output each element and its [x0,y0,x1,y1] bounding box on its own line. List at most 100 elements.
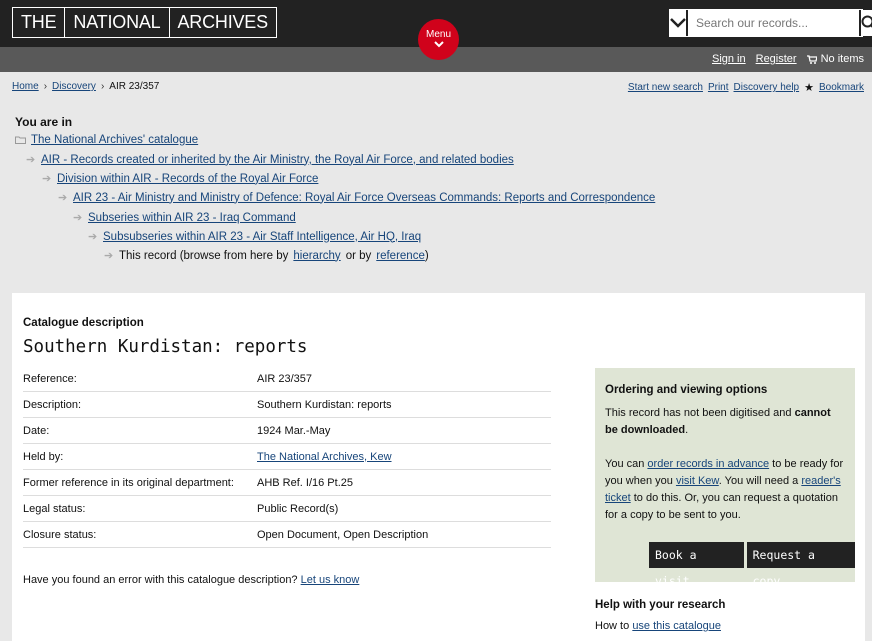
discovery-help-link[interactable]: Discovery help [734,82,800,93]
hierarchy-link-department[interactable]: AIR - Records created or inherited by th… [41,154,514,166]
logo-word-3: ARCHIVES [168,8,276,37]
record-details-table: Reference: AIR 23/357 Description: South… [23,366,551,548]
search-scope-dropdown[interactable] [670,10,688,36]
start-new-search-link[interactable]: Start new search [628,82,703,93]
detail-key: Held by: [23,450,64,463]
logo-word-1: THE [21,12,57,32]
help-item: How to use this catalogue [595,620,721,632]
arrow-right-icon: ➔ [73,212,83,224]
digitised-text: This record has not been digitised and [605,407,792,419]
error-prompt: Have you found an error with this catalo… [23,574,298,586]
breadcrumb-discovery[interactable]: Discovery [52,81,96,92]
bookmark-link[interactable]: Bookmark [819,82,864,93]
held-by-link[interactable]: The National Archives, Kew [257,451,392,463]
hierarchy-level-4: ➔ Subseries within AIR 23 - Iraq Command [73,211,296,225]
request-copy-button[interactable]: Request a copy [746,542,855,588]
detail-value: AHB Ref. I/16 Pt.25 [257,476,353,489]
breadcrumb-separator-icon: › [43,81,48,92]
basket-count: No items [820,53,864,65]
search-button[interactable] [859,10,872,36]
hierarchy-level-5: ➔ Subsubseries within AIR 23 - Air Staff… [88,230,421,244]
print-link[interactable]: Print [708,82,729,93]
catalogue-description-label: Catalogue description [23,317,144,329]
record-title: Southern Kurdistan: reports [23,337,308,357]
arrow-right-icon: ➔ [26,154,36,166]
detail-row-former-reference: Former reference in its original departm… [23,470,551,496]
cart-icon [806,54,817,64]
detail-key: Reference: [23,372,77,385]
detail-row-held-by: Held by: The National Archives, Kew [23,444,551,470]
use-catalogue-link[interactable]: use this catalogue [632,620,721,632]
you-are-in-heading: You are in [15,115,73,129]
period: . [685,424,689,436]
breadcrumb: Home › Discovery › AIR 23/357 [12,81,159,92]
hierarchy-level-0: The National Archives' catalogue [15,134,198,146]
detail-row-description: Description: Southern Kurdistan: reports [23,392,551,418]
menu-button[interactable]: Menu [418,19,459,60]
menu-label: Menu [425,29,451,40]
detail-row-date: Date: 1924 Mar.-May [23,418,551,444]
close-paren: ) [424,249,429,262]
text-fragment: You can [605,458,645,470]
detail-value-wrap: The National Archives, Kew [257,451,551,463]
hierarchy-this-record: ➔ This record (browse from here by hiera… [104,249,429,263]
visit-kew-link[interactable]: visit Kew [676,475,719,487]
breadcrumb-separator-icon: › [100,81,105,92]
detail-row-legal-status: Legal status: Public Record(s) [23,496,551,522]
hierarchy-link-division[interactable]: Division within AIR - Records of the Roy… [57,173,318,185]
chevron-down-icon [670,18,686,28]
record-panel: Catalogue description Southern Kurdistan… [12,293,865,641]
text-fragment: to do this. Or, you can request a quotat… [605,492,838,521]
hierarchy-link-catalogue[interactable]: The National Archives' catalogue [31,134,198,146]
hierarchy-level-1: ➔ AIR - Records created or inherited by … [26,153,514,167]
detail-key: Date: [23,424,50,437]
ordering-instructions: You can order records in advance to be r… [605,456,845,524]
help-heading: Help with your research [595,599,726,611]
star-icon: ★ [804,82,814,94]
hierarchy-link-subsubseries[interactable]: Subsubseries within AIR 23 - Air Staff I… [103,231,421,243]
this-record-text: This record (browse from here by [119,249,289,262]
digitised-notice: This record has not been digitised and c… [605,405,845,439]
hierarchy-link-series[interactable]: AIR 23 - Air Ministry and Ministry of De… [73,192,655,204]
breadcrumb-current: AIR 23/357 [109,81,160,92]
search-bar [669,9,872,37]
folder-icon [15,136,26,144]
text-fragment: . You will need a [718,475,799,487]
detail-row-closure-status: Closure status: Open Document, Open Desc… [23,522,551,548]
sign-in-link[interactable]: Sign in [712,53,746,65]
register-link[interactable]: Register [756,53,797,65]
ordering-options-box: Ordering and viewing options This record… [595,368,855,588]
detail-value: Public Record(s) [257,502,339,515]
browse-by-reference-link[interactable]: reference [376,250,425,262]
detail-value: 1924 Mar.-May [257,424,331,437]
arrow-right-icon: ➔ [58,192,68,204]
arrow-right-icon: ➔ [104,250,114,262]
detail-value: Southern Kurdistan: reports [257,398,392,411]
browse-by-hierarchy-link[interactable]: hierarchy [293,250,340,262]
basket-link[interactable]: No items [806,53,864,65]
breadcrumb-home[interactable]: Home [12,81,39,92]
detail-value: Open Document, Open Description [257,528,429,541]
search-icon [861,15,872,28]
chevron-down-icon [433,41,444,48]
search-input[interactable] [688,10,859,36]
site-logo[interactable]: THE NATIONAL ARCHIVES [12,7,277,38]
how-to-text: How to [595,620,630,632]
detail-row-reference: Reference: AIR 23/357 [23,366,551,392]
let-us-know-link[interactable]: Let us know [301,574,360,586]
page-tools: Start new search Print Discovery help ★ … [628,81,864,94]
order-in-advance-link[interactable]: order records in advance [647,458,769,470]
or-by-text: or by [345,249,372,262]
logo-word-2: NATIONAL [64,8,168,37]
report-error: Have you found an error with this catalo… [23,574,359,586]
hierarchy-level-2: ➔ Division within AIR - Records of the R… [42,172,318,186]
book-visit-button[interactable]: Book a visit [649,542,744,588]
detail-key: Description: [23,398,82,411]
detail-value: AIR 23/357 [257,372,313,385]
ordering-buttons: Book a visit Request a copy [649,542,855,588]
detail-key: Legal status: [23,502,86,515]
ordering-heading: Ordering and viewing options [605,384,768,396]
arrow-right-icon: ➔ [88,231,98,243]
hierarchy-link-subseries[interactable]: Subseries within AIR 23 - Iraq Command [88,212,296,224]
detail-key: Former reference in its original departm… [23,476,234,489]
